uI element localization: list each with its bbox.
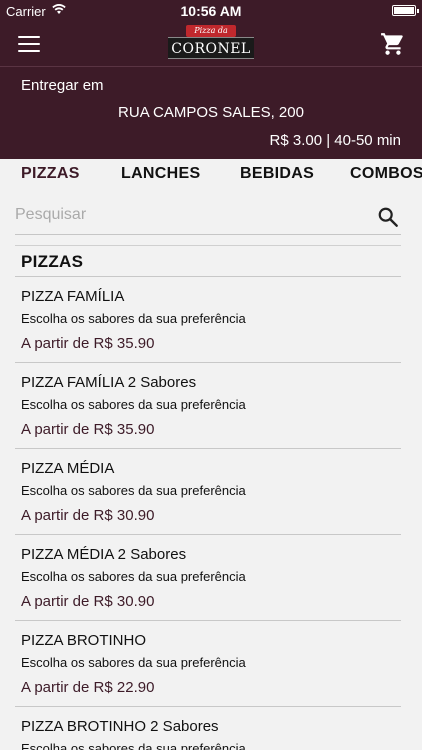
pizza-da-coronel-logo: Pizza da CORONEL (168, 25, 254, 61)
item-description: Escolha os sabores da sua preferência (21, 483, 246, 498)
item-price: A partir de R$ 35.90 (21, 335, 155, 352)
item-description: Escolha os sabores da sua preferência (21, 397, 246, 412)
item-description: Escolha os sabores da sua preferência (21, 655, 246, 670)
search-input[interactable] (15, 201, 365, 229)
list-item[interactable]: PIZZA MÉDIA 2 Sabores Escolha os sabores… (15, 535, 401, 621)
item-name: PIZZA BROTINHO (21, 632, 147, 649)
header-divider (0, 66, 422, 67)
delivery-address[interactable]: RUA CAMPOS SALES, 200 (0, 104, 422, 121)
search-bar (15, 201, 401, 235)
logo-title: CORONEL (168, 37, 254, 59)
delivery-fee-time: R$ 3.00 | 40-50 min (269, 132, 401, 149)
tab-bebidas[interactable]: BEBIDAS (240, 165, 314, 183)
item-name: PIZZA FAMÍLIA 2 Sabores (21, 374, 197, 391)
list-item[interactable]: PIZZA BROTINHO Escolha os sabores da sua… (15, 621, 401, 707)
item-price: A partir de R$ 22.90 (21, 679, 155, 696)
item-name: PIZZA MÉDIA (21, 460, 115, 477)
tab-lanches[interactable]: LANCHES (121, 165, 200, 183)
app-header: Carrier 10:56 AM Pizza da CORONEL Entreg… (0, 0, 422, 159)
item-price: A partir de R$ 35.90 (21, 421, 155, 438)
item-name: PIZZA BROTINHO 2 Sabores (21, 718, 219, 735)
item-description: Escolha os sabores da sua preferência (21, 311, 246, 326)
status-bar: Carrier 10:56 AM (0, 0, 422, 22)
list-item[interactable]: PIZZA BROTINHO 2 Sabores Escolha os sabo… (15, 707, 401, 750)
item-name: PIZZA MÉDIA 2 Sabores (21, 546, 187, 563)
item-description: Escolha os sabores da sua preferência (21, 569, 246, 584)
clock-time: 10:56 AM (180, 3, 242, 19)
item-price: A partir de R$ 30.90 (21, 593, 155, 610)
item-description: Escolha os sabores da sua preferência (21, 741, 246, 750)
delivery-label: Entregar em (21, 77, 104, 94)
shopping-cart-icon[interactable] (380, 31, 406, 57)
tab-combos[interactable]: COMBOS (350, 165, 422, 183)
search-icon[interactable] (377, 206, 399, 228)
tab-pizzas[interactable]: PIZZAS (21, 165, 80, 183)
list-item[interactable]: PIZZA FAMÍLIA 2 Sabores Escolha os sabor… (15, 363, 401, 449)
list-item[interactable]: PIZZA FAMÍLIA Escolha os sabores da sua … (15, 277, 401, 363)
menu-button[interactable] (18, 36, 40, 52)
hamburger-menu-icon (18, 36, 40, 38)
list-item[interactable]: PIZZA MÉDIA Escolha os sabores da sua pr… (15, 449, 401, 535)
navbar: Pizza da CORONEL (0, 22, 422, 66)
logo-subtitle: Pizza da (186, 25, 236, 37)
battery-icon (392, 5, 419, 16)
item-name: PIZZA FAMÍLIA (21, 288, 125, 305)
list-top-divider (15, 245, 401, 246)
item-price: A partir de R$ 30.90 (21, 507, 155, 524)
section-title: PIZZAS (21, 252, 84, 271)
category-tabs: PIZZAS LANCHES BEBIDAS COMBOS (0, 159, 422, 191)
